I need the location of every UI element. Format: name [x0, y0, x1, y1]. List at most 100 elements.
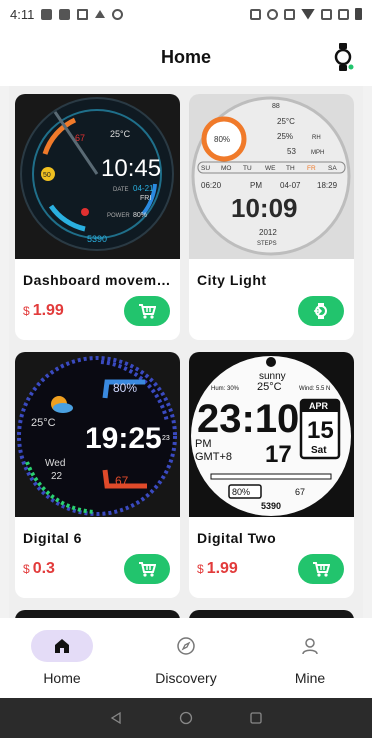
svg-text:17: 17	[265, 441, 292, 468]
watchface-name: Digital 6	[23, 530, 82, 546]
nav-label: Home	[43, 670, 81, 686]
app-header: Home	[0, 28, 372, 86]
svg-text:22: 22	[51, 471, 63, 482]
add-to-cart-button[interactable]	[124, 554, 170, 584]
svg-text:67: 67	[115, 474, 129, 488]
watchface-name: Digital Two	[197, 530, 277, 546]
calendar-icon	[59, 8, 71, 20]
cart-icon	[139, 304, 156, 319]
svg-text:FR: FR	[307, 165, 316, 172]
nav-label: Discovery	[155, 670, 217, 686]
watchface-name: City Light	[197, 272, 267, 288]
home-icon	[55, 639, 69, 653]
nav-active-indicator	[31, 630, 93, 662]
svg-text:STEPS: STEPS	[257, 241, 277, 247]
svg-text:80%: 80%	[113, 381, 137, 395]
watchface-price: $1.99	[23, 302, 64, 319]
svg-text:06:20: 06:20	[201, 181, 222, 190]
svg-text:80%: 80%	[214, 135, 230, 144]
add-to-cart-button[interactable]	[298, 554, 344, 584]
document-icon	[77, 8, 89, 20]
page-title: Home	[160, 46, 211, 67]
svg-text:23: 23	[162, 435, 170, 442]
status-time: 4:11	[10, 6, 35, 22]
svg-text:25°C: 25°C	[110, 129, 131, 139]
back-icon[interactable]	[109, 711, 123, 725]
watchface-price: $1.99	[197, 560, 238, 577]
signal-icon	[321, 8, 332, 20]
watchface-name: Dashboard movem…	[23, 272, 171, 288]
svg-text:5390: 5390	[87, 234, 107, 244]
svg-text:RH: RH	[312, 135, 321, 141]
svg-text:SA: SA	[328, 165, 337, 172]
watchface-card[interactable]: 25°C 67 50 10:45 DATE 04-21 FRI POWER 80…	[15, 94, 180, 340]
bottom-navigation: Home Discovery Mine	[0, 618, 372, 698]
svg-text:25%: 25%	[277, 132, 293, 141]
svg-text:50: 50	[43, 172, 51, 179]
svg-text:Wed: Wed	[45, 458, 65, 469]
compass-icon	[177, 637, 195, 655]
cart-icon	[313, 562, 330, 577]
svg-text:04-21: 04-21	[133, 184, 154, 193]
upload-icon	[95, 10, 106, 18]
svg-text:23:10: 23:10	[197, 397, 299, 441]
nav-home[interactable]: Home	[0, 618, 124, 698]
svg-text:DATE: DATE	[113, 187, 129, 193]
svg-text:PM: PM	[250, 181, 262, 190]
svg-text:TH: TH	[286, 165, 295, 172]
svg-text:04-07: 04-07	[280, 181, 301, 190]
svg-text:10:45: 10:45	[101, 155, 161, 182]
watch-status-icon	[112, 8, 124, 20]
svg-text:67: 67	[295, 487, 305, 497]
svg-text:APR: APR	[309, 401, 329, 411]
watchface-grid[interactable]: 25°C 67 50 10:45 DATE 04-21 FRI POWER 80…	[9, 86, 363, 618]
svg-text:2012: 2012	[259, 228, 277, 237]
svg-text:GMT+8: GMT+8	[195, 451, 232, 463]
svg-text:SU: SU	[201, 165, 210, 172]
watchface-preview: sunny 25°C Hum: 30% Wind: 5.5 N 23:10 AP…	[189, 352, 354, 517]
wifi-icon	[301, 8, 315, 20]
svg-text:15: 15	[307, 417, 334, 444]
watch-device-button[interactable]	[332, 42, 354, 72]
svg-text:PM: PM	[195, 438, 212, 450]
svg-text:80%: 80%	[232, 487, 250, 497]
svg-text:25°C: 25°C	[277, 117, 295, 126]
svg-text:80%: 80%	[133, 212, 147, 219]
watch-install-icon	[314, 303, 327, 319]
nav-label: Mine	[294, 670, 326, 686]
watchface-card[interactable]: sunny 25°C Hum: 30% Wind: 5.5 N 23:10 AP…	[189, 352, 354, 598]
status-bar: 4:11	[0, 0, 372, 28]
nav-mine[interactable]: Mine	[248, 618, 372, 698]
watchface-card[interactable]	[15, 610, 180, 618]
calendar-icon	[41, 8, 53, 20]
svg-text:Hum: 30%: Hum: 30%	[211, 386, 240, 392]
svg-text:10:09: 10:09	[231, 193, 298, 223]
recents-icon[interactable]	[249, 711, 263, 725]
add-to-cart-button[interactable]	[124, 296, 170, 326]
svg-text:25°C: 25°C	[31, 417, 56, 429]
svg-text:MPH: MPH	[311, 150, 324, 156]
nav-discovery[interactable]: Discovery	[124, 618, 248, 698]
cart-icon	[139, 562, 156, 577]
svg-text:Sat: Sat	[311, 445, 327, 456]
watchface-card[interactable]: 80% 88 25°C 25% RH 53 MPH SU MO TU WE TH…	[189, 94, 354, 340]
svg-text:19:25: 19:25	[85, 422, 162, 455]
svg-text:53: 53	[287, 147, 296, 156]
watchface-card[interactable]	[189, 610, 354, 618]
person-icon	[302, 638, 318, 655]
signal-icon	[338, 8, 349, 20]
watchface-card[interactable]: 80% 25°C 19:25 23 Wed 22 67 Digital 6 $0…	[15, 352, 180, 598]
vibrate-icon	[284, 8, 295, 20]
home-circle-icon[interactable]	[179, 711, 193, 725]
smartwatch-icon	[334, 43, 354, 71]
svg-text:Wind: 5.5 N: Wind: 5.5 N	[299, 386, 330, 392]
svg-text:POWER: POWER	[107, 213, 130, 219]
svg-text:67: 67	[75, 133, 85, 143]
watchface-preview: 80% 25°C 19:25 23 Wed 22 67	[15, 352, 180, 517]
svg-text:WE: WE	[265, 165, 276, 172]
install-to-watch-button[interactable]	[298, 296, 344, 326]
svg-text:TU: TU	[243, 165, 252, 172]
nfc-icon	[250, 8, 261, 20]
watchface-preview: 80% 88 25°C 25% RH 53 MPH SU MO TU WE TH…	[189, 94, 354, 259]
svg-text:MO: MO	[221, 165, 231, 172]
